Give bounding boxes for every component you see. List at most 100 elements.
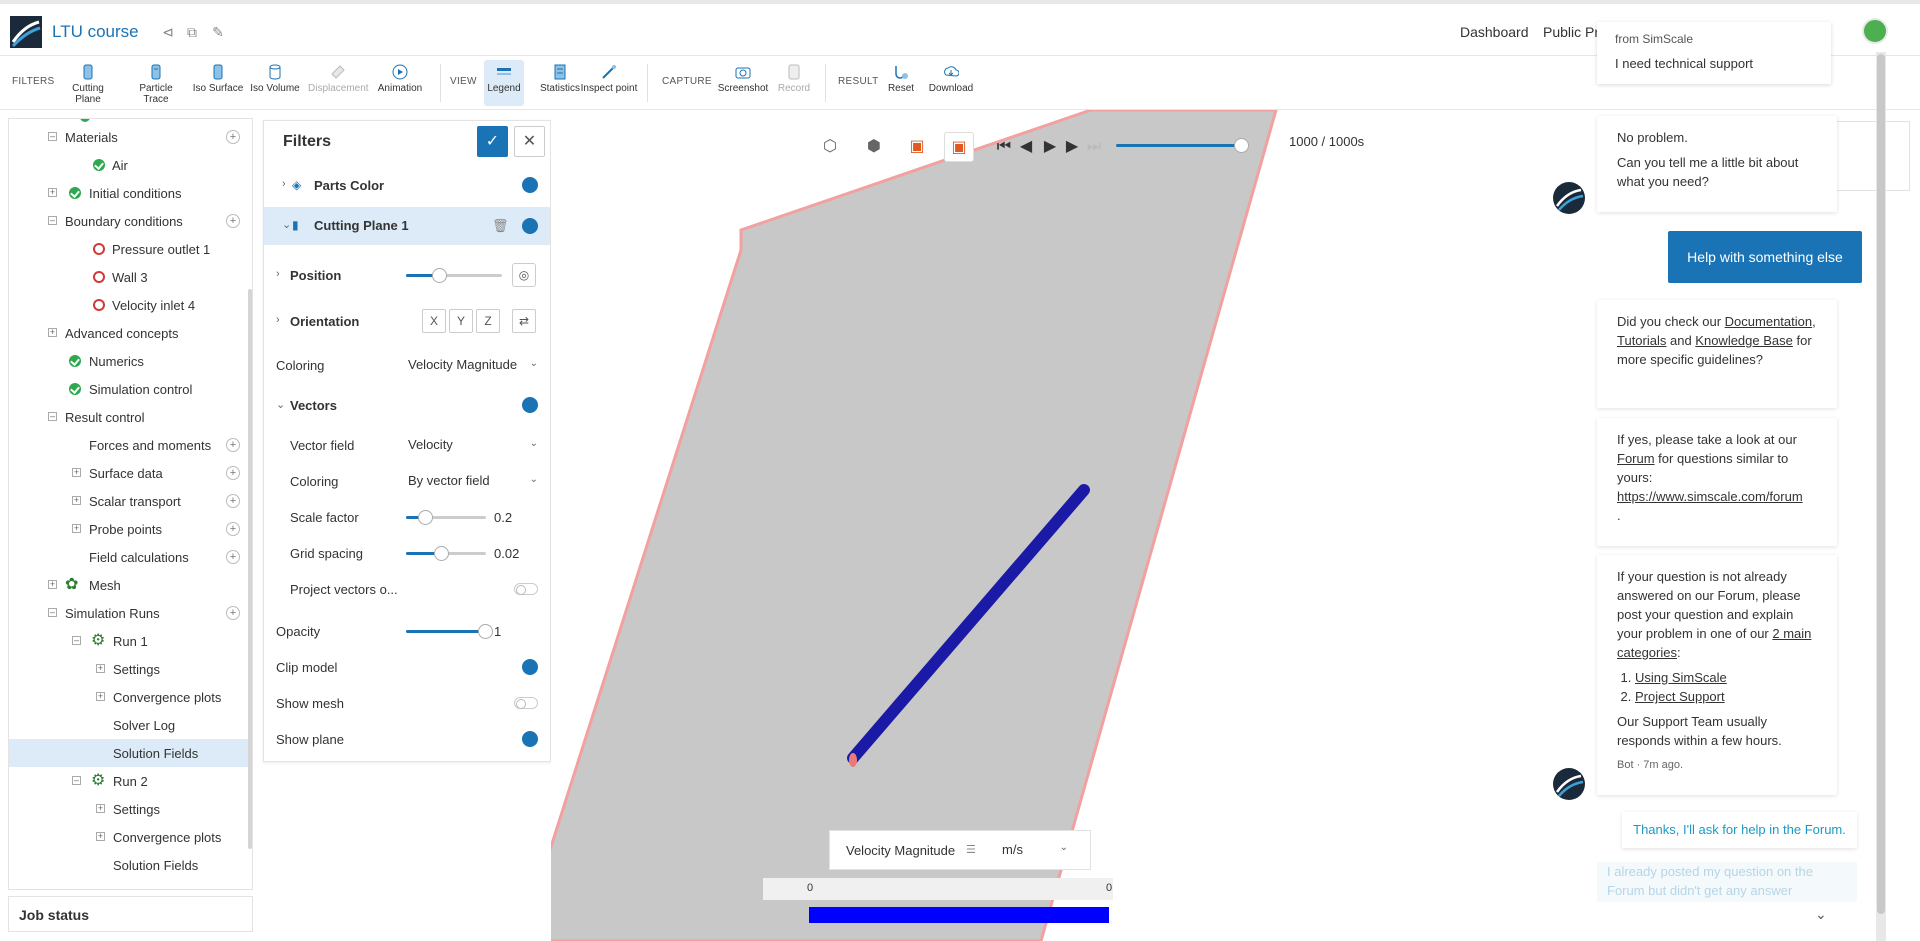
- expand-icon[interactable]: +: [72, 468, 81, 477]
- collapse-icon[interactable]: –: [48, 608, 57, 617]
- copy-icon[interactable]: ⧉: [184, 24, 200, 40]
- show-plane-toggle[interactable]: [522, 731, 538, 747]
- expand-icon[interactable]: +: [96, 692, 105, 701]
- slider-knob[interactable]: [431, 268, 447, 283]
- nav-public-projects[interactable]: Public Pr: [1543, 24, 1599, 40]
- tree-item-run1-solution-fields[interactable]: Solution Fields: [9, 739, 252, 767]
- share-icon[interactable]: ⊲: [160, 24, 176, 40]
- add-icon[interactable]: +: [226, 130, 240, 144]
- tree-item-velocity-inlet[interactable]: Velocity inlet 4: [9, 291, 252, 319]
- animation-button[interactable]: Animation: [370, 60, 430, 106]
- tree-item-air[interactable]: Air: [9, 151, 252, 179]
- shading-icon[interactable]: ⬢: [859, 132, 889, 162]
- chevron-right-icon[interactable]: ›: [276, 314, 280, 326]
- add-icon[interactable]: +: [226, 606, 240, 620]
- cutting-plane-button[interactable]: Cutting Plane: [58, 60, 118, 106]
- vector-coloring-select[interactable]: By vector field ⌄: [408, 473, 538, 488]
- tree-item-numerics[interactable]: Numerics: [9, 347, 252, 375]
- tree-item-mesh[interactable]: + ✿ Mesh: [9, 571, 252, 599]
- cutting-plane-row[interactable]: ⌄ ▮ Cutting Plane 1 🗑: [264, 207, 550, 245]
- tree-item-wall[interactable]: Wall 3: [9, 263, 252, 291]
- tree-item-simulation-control[interactable]: Simulation control: [9, 375, 252, 403]
- position-slider[interactable]: [406, 268, 502, 283]
- expand-icon[interactable]: +: [96, 804, 105, 813]
- skip-to-end-icon[interactable]: ⏭: [1079, 132, 1109, 162]
- parts-color-row[interactable]: › ◈ Parts Color: [264, 167, 550, 203]
- close-button[interactable]: ✕: [514, 126, 545, 157]
- tree-item-pressure-outlet[interactable]: Pressure outlet 1: [9, 235, 252, 263]
- perspective-icon[interactable]: ▣: [944, 132, 974, 162]
- tree-scrollbar[interactable]: [248, 289, 252, 849]
- scrollbar-thumb[interactable]: [1877, 54, 1885, 914]
- project-vectors-toggle[interactable]: [514, 583, 538, 595]
- collapse-icon[interactable]: –: [48, 132, 57, 141]
- confirm-button[interactable]: ✓: [477, 126, 508, 157]
- collapse-icon[interactable]: –: [72, 776, 81, 785]
- reply-option-forum[interactable]: Thanks, I'll ask for help in the Forum.: [1622, 812, 1857, 848]
- record-button[interactable]: Record: [764, 60, 824, 106]
- tree-item-run2-solution-fields[interactable]: Solution Fields: [9, 851, 252, 879]
- swap-icon[interactable]: ⇄: [512, 309, 536, 333]
- opacity-slider[interactable]: [406, 624, 493, 639]
- job-status-panel[interactable]: Job status: [8, 896, 253, 932]
- orthographic-icon[interactable]: ▣: [902, 132, 932, 162]
- cutting-plane-toggle[interactable]: [522, 218, 538, 234]
- particle-trace-button[interactable]: Particle Trace: [126, 60, 186, 106]
- add-icon[interactable]: +: [226, 550, 240, 564]
- tree-item-run1-solver-log[interactable]: Solver Log: [9, 711, 252, 739]
- collapse-icon[interactable]: –: [48, 216, 57, 225]
- edit-icon[interactable]: ✎: [210, 24, 226, 40]
- time-slider[interactable]: [1116, 138, 1249, 153]
- vectors-toggle[interactable]: [522, 397, 538, 413]
- vector-field-select[interactable]: Velocity ⌄: [408, 437, 538, 452]
- tree-item-forces-and-moments[interactable]: Forces and moments +: [9, 431, 252, 459]
- slider-knob[interactable]: [1234, 138, 1249, 153]
- simscale-logo[interactable]: [10, 16, 42, 48]
- expand-icon[interactable]: +: [96, 832, 105, 841]
- show-mesh-toggle[interactable]: [514, 697, 538, 709]
- project-support-link[interactable]: Project Support: [1635, 689, 1725, 704]
- legend-unit-select[interactable]: m/s ⌄: [1002, 842, 1072, 857]
- using-simscale-link[interactable]: Using SimScale: [1635, 670, 1727, 685]
- tree-item-run1-convergence-plots[interactable]: + Convergence plots: [9, 683, 252, 711]
- tree-item-result-control[interactable]: – Result control: [9, 403, 252, 431]
- tree-item-materials[interactable]: – Materials +: [9, 123, 252, 151]
- legend-button[interactable]: Legend: [484, 60, 524, 106]
- add-icon[interactable]: +: [226, 522, 240, 536]
- tree-item-run2-convergence-plots[interactable]: + Convergence plots: [9, 823, 252, 851]
- iso-volume-button[interactable]: Iso Volume: [245, 60, 305, 106]
- collapse-icon[interactable]: –: [48, 412, 57, 421]
- tree-item-run1-settings[interactable]: + Settings: [9, 655, 252, 683]
- knowledge-base-link[interactable]: Knowledge Base: [1695, 333, 1793, 348]
- chat-scrollbar[interactable]: [1876, 52, 1886, 941]
- coloring-select[interactable]: Velocity Magnitude ⌄: [408, 357, 538, 372]
- forum-link[interactable]: Forum: [1617, 451, 1655, 466]
- expand-icon[interactable]: +: [96, 664, 105, 673]
- iso-surface-button[interactable]: Iso Surface: [188, 60, 248, 106]
- tree-item-run-1[interactable]: – ⚙ Run 1: [9, 627, 252, 655]
- chevron-down-icon[interactable]: ⌄: [1815, 906, 1827, 923]
- expand-icon[interactable]: +: [72, 524, 81, 533]
- expand-icon[interactable]: +: [48, 580, 57, 589]
- collapse-icon[interactable]: –: [72, 636, 81, 645]
- nav-dashboard[interactable]: Dashboard: [1460, 24, 1529, 40]
- expand-icon[interactable]: +: [48, 188, 57, 197]
- chevron-right-icon[interactable]: ›: [276, 268, 280, 280]
- add-icon[interactable]: +: [226, 494, 240, 508]
- reply-option-already-posted[interactable]: I already posted my question on the Foru…: [1597, 862, 1857, 902]
- tree-item-advanced-concepts[interactable]: + Advanced concepts: [9, 319, 252, 347]
- slider-knob[interactable]: [418, 510, 433, 525]
- grid-spacing-value[interactable]: 0.02: [494, 546, 519, 561]
- slider-knob[interactable]: [434, 546, 449, 561]
- tree-item-run-2[interactable]: – ⚙ Run 2: [9, 767, 252, 795]
- displacement-button[interactable]: Displacement: [308, 60, 369, 106]
- target-icon[interactable]: ◎: [512, 263, 536, 287]
- tree-item-probe-points[interactable]: + Probe points +: [9, 515, 252, 543]
- documentation-link[interactable]: Documentation: [1725, 314, 1812, 329]
- add-icon[interactable]: +: [226, 438, 240, 452]
- project-title[interactable]: LTU course: [52, 22, 139, 42]
- scale-factor-value[interactable]: 0.2: [494, 510, 512, 525]
- orient-x-button[interactable]: X: [422, 309, 446, 333]
- inspect-point-button[interactable]: Inspect point: [578, 60, 640, 106]
- view-cube-icon[interactable]: ⬡: [815, 132, 845, 162]
